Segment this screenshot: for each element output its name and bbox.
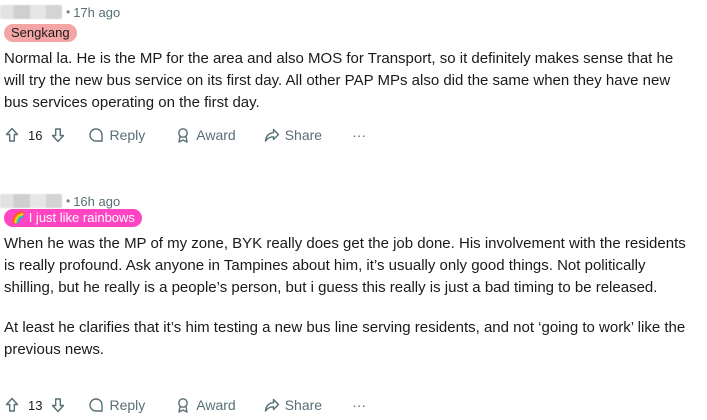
reply-icon (89, 128, 104, 142)
award-button[interactable]: Award (175, 397, 236, 413)
separator-dot: • (66, 194, 71, 208)
downvote-button[interactable] (50, 397, 66, 413)
award-label: Award (196, 397, 236, 413)
upvote-icon (5, 397, 19, 412)
share-label: Share (284, 397, 323, 413)
share-icon (264, 128, 279, 142)
comment-body: When he was the MP of my zone, BYK reall… (4, 233, 694, 361)
downvote-button[interactable] (50, 127, 66, 143)
redacted-username (0, 5, 62, 19)
flair-text: Sengkang (11, 25, 70, 40)
award-button[interactable]: Award (175, 127, 236, 143)
downvote-icon (52, 398, 65, 413)
award-icon (178, 398, 189, 413)
rainbow-icon: 🌈 (11, 212, 25, 224)
comment-body: Normal la. He is the MP for the area and… (4, 48, 694, 114)
more-options-button[interactable]: ··· (352, 127, 366, 143)
comment-actions: 16 Reply Award Share ··· (4, 123, 366, 147)
timestamp: 17h ago (73, 4, 121, 20)
comment-actions: 13 Reply Award Share ··· (4, 393, 366, 417)
reply-icon (89, 398, 104, 412)
downvote-icon (52, 128, 65, 143)
share-button[interactable]: Share (264, 397, 322, 413)
comment-paragraph: When he was the MP of my zone, BYK reall… (4, 235, 686, 296)
timestamp: 16h ago (73, 193, 121, 209)
upvote-button[interactable] (4, 397, 20, 413)
share-label: Share (284, 127, 323, 143)
award-icon (178, 128, 189, 143)
vote-count: 13 (28, 397, 43, 413)
award-label: Award (196, 127, 236, 143)
comment-meta: • 17h ago (0, 1, 120, 23)
flair-text: I just like rainbows (28, 210, 135, 225)
more-options-button[interactable]: ··· (352, 397, 366, 413)
vote-count: 16 (28, 127, 43, 143)
more-icon: ··· (352, 397, 367, 413)
user-flair: 🌈 I just like rainbows (4, 209, 142, 227)
comment-paragraph: Normal la. He is the MP for the area and… (4, 50, 674, 111)
reply-label: Reply (109, 397, 146, 413)
comment-paragraph: At least he clarifies that it’s him test… (4, 319, 686, 358)
share-icon (264, 398, 279, 412)
reply-label: Reply (109, 127, 146, 143)
separator-dot: • (66, 5, 71, 19)
reply-button[interactable]: Reply (88, 127, 145, 143)
reply-button[interactable]: Reply (88, 397, 145, 413)
share-button[interactable]: Share (264, 127, 322, 143)
upvote-icon (5, 127, 19, 142)
more-icon: ··· (352, 127, 367, 143)
upvote-button[interactable] (4, 127, 20, 143)
user-flair: Sengkang (4, 24, 77, 42)
redacted-username (0, 194, 62, 208)
